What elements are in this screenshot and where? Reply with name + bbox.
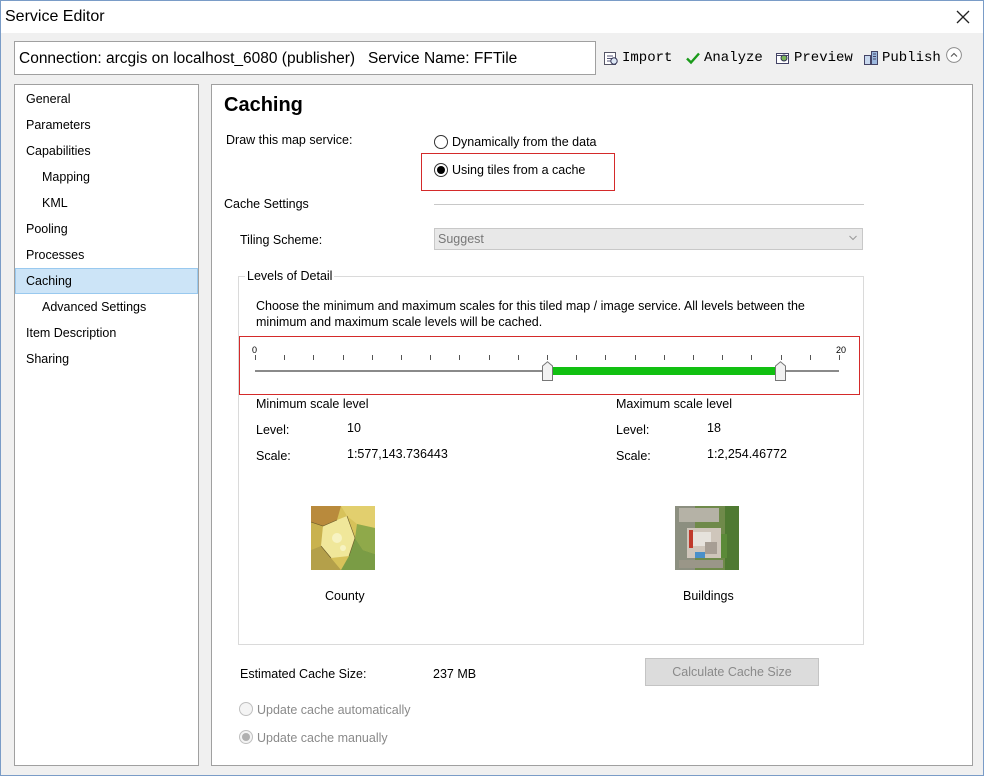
calculate-cache-size-button[interactable]: Calculate Cache Size xyxy=(645,658,819,686)
chevron-down-icon xyxy=(849,235,857,241)
county-map-thumbnail xyxy=(311,506,375,570)
publish-button[interactable]: Publish xyxy=(863,47,941,69)
max-level-value: 18 xyxy=(707,421,721,435)
min-level-value: 10 xyxy=(347,421,361,435)
slider-tick xyxy=(488,355,490,360)
connection-text: Connection: arcgis on localhost_6080 (pu… xyxy=(19,50,356,67)
radio-update-automatically[interactable] xyxy=(239,702,253,716)
slider-tick xyxy=(809,355,811,360)
min-scale-heading: Minimum scale level xyxy=(256,397,369,411)
slider-tick xyxy=(839,355,840,360)
slider-tick xyxy=(780,355,782,360)
slider-tick xyxy=(605,355,607,360)
analyze-button[interactable]: Analyze xyxy=(685,47,763,69)
window-title: Service Editor xyxy=(5,8,105,25)
close-icon[interactable] xyxy=(953,7,973,27)
county-caption: County xyxy=(325,589,365,603)
min-level-label: Level: xyxy=(256,423,290,437)
radio-update-automatically-label[interactable]: Update cache automatically xyxy=(257,703,411,717)
estimated-cache-value: 237 MB xyxy=(433,667,477,681)
slider-tick xyxy=(722,355,724,360)
title-bar: Service Editor xyxy=(1,1,983,33)
slider-tick xyxy=(401,355,402,360)
buildings-caption: Buildings xyxy=(683,589,734,603)
sidebar-item-advanced-settings[interactable]: Advanced Settings xyxy=(15,295,198,319)
preview-icon xyxy=(776,53,789,64)
levels-of-detail-title: Levels of Detail xyxy=(245,269,335,283)
sidebar: General Parameters Capabilities Mapping … xyxy=(14,84,199,766)
max-scale-label: Scale: xyxy=(616,449,651,463)
sidebar-item-general[interactable]: General xyxy=(15,87,198,111)
scale-slider-selected-range xyxy=(547,367,781,375)
slider-tick xyxy=(634,355,636,360)
lod-description-line-1: Choose the minimum and maximum scales fo… xyxy=(256,299,805,313)
max-scale-value: 1:2,254.46772 xyxy=(707,447,787,461)
slider-max-label: 20 xyxy=(836,345,847,355)
radio-update-manually[interactable] xyxy=(239,730,253,744)
collapse-chevron-icon[interactable] xyxy=(946,47,962,63)
slider-tick xyxy=(576,355,578,360)
min-scale-value: 1:577,143.736443 xyxy=(347,447,448,461)
service-editor-window: Service Editor Connection: arcgis on loc… xyxy=(0,0,984,776)
connection-field: Connection: arcgis on localhost_6080 (pu… xyxy=(14,41,596,75)
section-divider xyxy=(434,204,864,205)
max-scale-heading: Maximum scale level xyxy=(616,397,733,411)
buildings-map-thumbnail xyxy=(675,506,739,570)
slider-tick xyxy=(313,355,315,360)
estimated-cache-label: Estimated Cache Size: xyxy=(240,667,367,681)
import-button[interactable]: Import xyxy=(603,47,672,69)
sidebar-item-capabilities[interactable]: Capabilities xyxy=(15,139,198,163)
sidebar-item-pooling[interactable]: Pooling xyxy=(15,217,198,241)
sidebar-item-mapping[interactable]: Mapping xyxy=(15,165,198,189)
sidebar-item-item-description[interactable]: Item Description xyxy=(15,321,198,345)
service-name-text: Service Name: FFTile xyxy=(367,50,518,67)
radio-tiles-from-cache[interactable] xyxy=(434,163,448,177)
sidebar-item-parameters[interactable]: Parameters xyxy=(15,113,198,137)
lod-description-line-2: minimum and maximum scale levels will be… xyxy=(256,315,543,329)
tiling-scheme-select[interactable]: Suggest xyxy=(434,228,863,250)
slider-tick xyxy=(430,355,432,360)
radio-dynamic[interactable] xyxy=(434,135,448,149)
slider-tick xyxy=(255,355,256,360)
sidebar-item-sharing[interactable]: Sharing xyxy=(15,347,198,371)
slider-max-thumb[interactable] xyxy=(775,361,787,381)
sidebar-item-processes[interactable]: Processes xyxy=(15,243,198,267)
radio-tiles-from-cache-label[interactable]: Using tiles from a cache xyxy=(452,163,585,177)
slider-tick xyxy=(751,355,753,360)
draw-map-service-label: Draw this map service: xyxy=(226,133,353,147)
preview-button[interactable]: Preview xyxy=(775,47,853,69)
publish-icon xyxy=(864,51,878,65)
radio-dynamic-label[interactable]: Dynamically from the data xyxy=(452,135,597,149)
slider-tick xyxy=(517,355,519,360)
slider-tick xyxy=(693,355,694,360)
tiling-scheme-label: Tiling Scheme: xyxy=(240,233,323,247)
slider-tick xyxy=(547,355,548,360)
caching-panel: Caching Draw this map service: Dynamical… xyxy=(211,84,973,766)
slider-min-thumb[interactable] xyxy=(541,361,553,381)
page-title: Caching xyxy=(224,94,303,116)
sidebar-item-kml[interactable]: KML xyxy=(15,191,198,215)
max-level-label: Level: xyxy=(616,423,650,437)
checkmark-icon xyxy=(686,52,700,65)
slider-min-label: 0 xyxy=(252,345,258,355)
slider-tick xyxy=(459,355,461,360)
slider-tick xyxy=(284,355,286,360)
cache-settings-label: Cache Settings xyxy=(224,197,309,211)
radio-update-manually-label[interactable]: Update cache manually xyxy=(257,731,388,745)
sidebar-item-caching[interactable]: Caching xyxy=(15,268,198,294)
slider-tick xyxy=(371,355,373,360)
import-icon xyxy=(604,52,618,65)
slider-tick xyxy=(342,355,344,360)
slider-tick xyxy=(663,355,665,360)
min-scale-label: Scale: xyxy=(256,449,291,463)
